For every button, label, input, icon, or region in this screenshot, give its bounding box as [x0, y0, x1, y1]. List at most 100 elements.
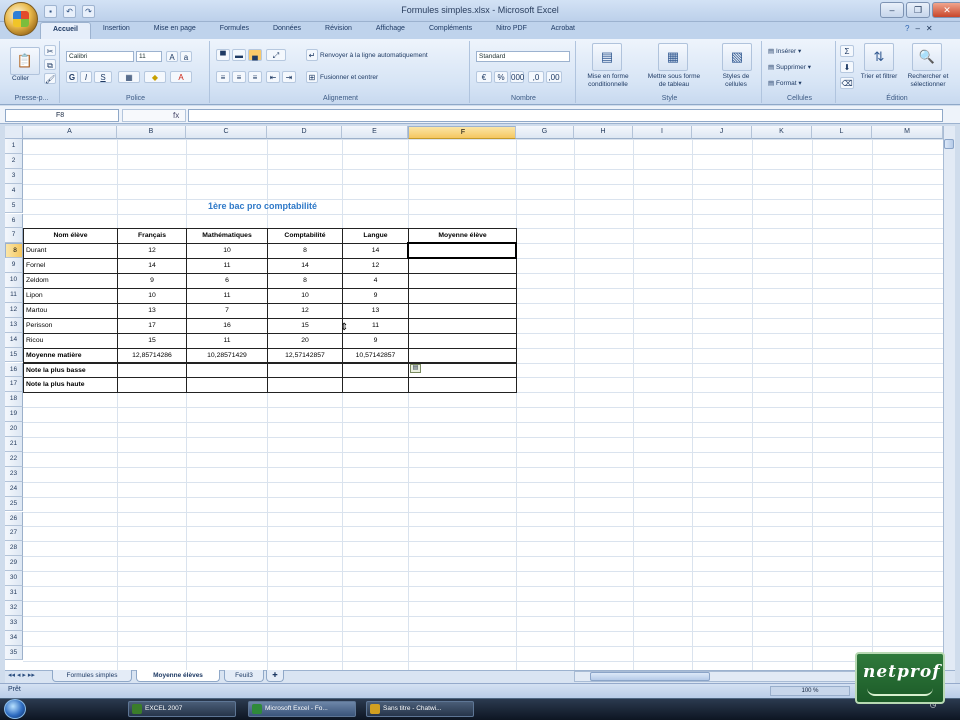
row-header-7[interactable]: 7 [5, 228, 23, 244]
ribbon-tab-1[interactable]: Insertion [91, 22, 142, 39]
wrap-text-label[interactable]: Renvoyer à la ligne automatiquement [320, 52, 428, 59]
row-header-14[interactable]: 14 [5, 332, 23, 348]
row-header-5[interactable]: 5 [5, 198, 23, 214]
row-header-15[interactable]: 15 [5, 347, 23, 363]
align-right-icon[interactable]: ≡ [248, 71, 262, 83]
find-select-label[interactable]: Rechercher et sélectionner [900, 73, 956, 89]
ribbon-minimize-icon[interactable]: – [915, 24, 919, 33]
maximize-button[interactable]: ❐ [906, 2, 930, 18]
column-header-d[interactable]: D [267, 126, 342, 139]
undo-icon[interactable]: ↶ [63, 4, 76, 18]
percent-icon[interactable]: % [494, 71, 508, 83]
row-header-13[interactable]: 13 [5, 317, 23, 333]
sheet-tab-0[interactable]: Formules simples [52, 670, 132, 682]
currency-icon[interactable]: € [476, 71, 492, 83]
column-header-g[interactable]: G [516, 126, 574, 139]
underline-icon[interactable]: S [94, 71, 112, 83]
column-header-b[interactable]: B [117, 126, 186, 139]
format-table-icon[interactable]: ▦ [658, 43, 688, 71]
row-header-22[interactable]: 22 [5, 451, 23, 467]
format-painter-icon[interactable]: 🖌 [44, 73, 56, 84]
merge-center-label[interactable]: Fusionner et centrer [320, 74, 378, 81]
horizontal-scroll-thumb[interactable] [590, 672, 710, 681]
italic-icon[interactable]: I [80, 71, 92, 83]
ribbon-tab-7[interactable]: Compléments [417, 22, 484, 39]
row-header-23[interactable]: 23 [5, 466, 23, 482]
name-box[interactable]: F8 [5, 109, 119, 122]
row-header-34[interactable]: 34 [5, 630, 23, 646]
formula-input[interactable] [188, 109, 943, 122]
taskbar-item-2[interactable]: Sans titre - Chatwi... [366, 701, 474, 717]
sheet-tab-2[interactable]: Feuil3 [224, 670, 264, 682]
column-header-j[interactable]: J [692, 126, 752, 139]
insert-cells-button[interactable]: ▤ Insérer ▾ [768, 47, 801, 55]
sheet-tab-1[interactable]: Moyenne élèves [136, 670, 220, 682]
sort-filter-icon[interactable]: ⇅ [864, 43, 894, 71]
delete-cells-button[interactable]: ▤ Supprimer ▾ [768, 63, 811, 71]
ribbon-tab-9[interactable]: Acrobat [539, 22, 587, 39]
grow-font-icon[interactable]: A [166, 51, 178, 62]
font-size-select[interactable]: 11 [136, 51, 162, 62]
save-icon[interactable]: ▪ [44, 4, 57, 18]
column-header-i[interactable]: I [633, 126, 692, 139]
row-header-21[interactable]: 21 [5, 437, 23, 452]
start-button[interactable] [4, 699, 26, 719]
ribbon-tab-5[interactable]: Révision [313, 22, 364, 39]
font-name-select[interactable]: Calibri [66, 51, 134, 62]
increase-decimal-icon[interactable]: ,0 [528, 71, 544, 83]
cell-styles-icon[interactable]: ▧ [722, 43, 752, 71]
taskbar-item-0[interactable]: EXCEL 2007 [128, 701, 236, 717]
clear-icon[interactable]: ⌫ [840, 77, 854, 89]
select-all-corner[interactable] [5, 126, 23, 139]
ribbon-tab-8[interactable]: Nitro PDF [484, 22, 539, 39]
cell-styles-label[interactable]: Styles de cellules [712, 73, 760, 89]
row-header-24[interactable]: 24 [5, 481, 23, 497]
row-header-31[interactable]: 31 [5, 586, 23, 601]
align-center-icon[interactable]: ≡ [232, 71, 246, 83]
decrease-decimal-icon[interactable]: ,00 [546, 71, 562, 83]
ribbon-tab-2[interactable]: Mise en page [142, 22, 208, 39]
row-header-12[interactable]: 12 [5, 302, 23, 318]
row-header-32[interactable]: 32 [5, 600, 23, 616]
format-table-label[interactable]: Mettre sous forme de tableau [644, 73, 704, 89]
column-header-f[interactable]: F [408, 126, 516, 139]
close-button[interactable]: ✕ [932, 2, 960, 18]
format-cells-button[interactable]: ▤ Format ▾ [768, 79, 802, 87]
column-header-k[interactable]: K [752, 126, 812, 139]
column-header-c[interactable]: C [186, 126, 267, 139]
thousands-icon[interactable]: 000 [510, 71, 524, 83]
paste-icon[interactable]: 📋 [10, 47, 40, 75]
align-top-icon[interactable]: ▀ [216, 49, 230, 61]
merge-center-icon[interactable]: ⊞ [306, 71, 318, 83]
paste-options-icon[interactable]: ▤ [410, 363, 421, 373]
row-header-19[interactable]: 19 [5, 407, 23, 423]
active-cell-cursor[interactable] [407, 242, 517, 260]
column-header-e[interactable]: E [342, 126, 408, 139]
row-header-33[interactable]: 33 [5, 615, 23, 631]
row-header-35[interactable]: 35 [5, 645, 23, 661]
help-icon[interactable]: ? [905, 24, 909, 33]
row-header-18[interactable]: 18 [5, 392, 23, 408]
row-header-8[interactable]: 8 [5, 243, 23, 259]
align-middle-icon[interactable]: ▬ [232, 49, 246, 61]
row-header-11[interactable]: 11 [5, 288, 23, 303]
row-header-26[interactable]: 26 [5, 511, 23, 527]
increase-indent-icon[interactable]: ⇥ [282, 71, 296, 83]
ribbon-tab-6[interactable]: Affichage [364, 22, 417, 39]
row-header-17[interactable]: 17 [5, 377, 23, 393]
wrap-text-icon[interactable]: ↵ [306, 49, 318, 61]
vertical-scroll-thumb[interactable] [944, 139, 954, 149]
conditional-format-icon[interactable]: ▤ [592, 43, 622, 71]
row-header-20[interactable]: 20 [5, 422, 23, 437]
autosum-icon[interactable]: Σ [840, 45, 854, 57]
borders-icon[interactable]: ▦ [118, 71, 140, 83]
column-header-m[interactable]: M [872, 126, 943, 139]
font-color-icon[interactable]: A [170, 71, 192, 83]
orientation-icon[interactable]: ⤢ [266, 49, 286, 61]
fill-color-icon[interactable]: ◆ [144, 71, 166, 83]
bold-icon[interactable]: G [66, 71, 78, 83]
row-header-27[interactable]: 27 [5, 526, 23, 542]
sort-filter-label[interactable]: Trier et filtrer [858, 73, 900, 81]
column-header-a[interactable]: A [23, 126, 117, 139]
taskbar-item-1[interactable]: Microsoft Excel - Fo... [248, 701, 356, 717]
